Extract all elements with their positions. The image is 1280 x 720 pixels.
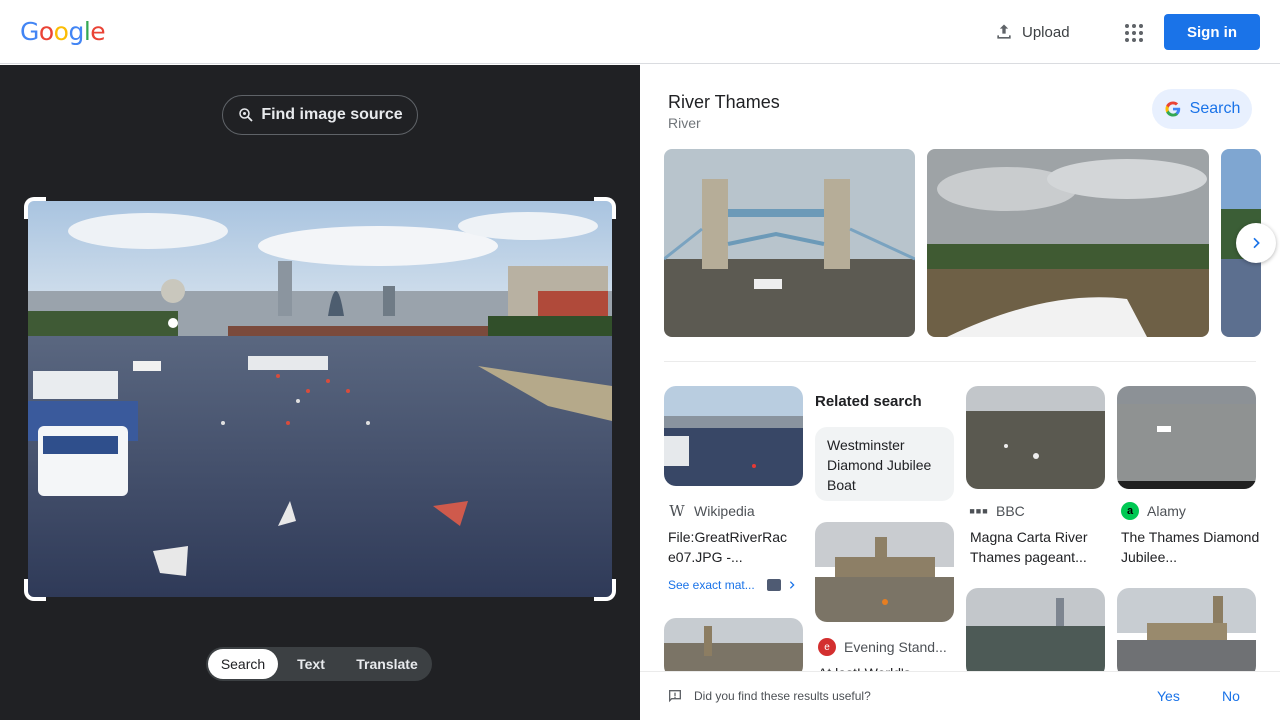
results-panel: River Thames River Search W Wikipedia Fi… [640,65,1280,720]
chevron-right-icon [789,581,795,589]
sign-in-button[interactable]: Sign in [1164,14,1260,50]
logo-letter: o [38,17,54,46]
feedback-yes-button[interactable]: Yes [1157,688,1180,704]
alamy-icon: a [1121,502,1139,520]
result-source: ■■■ BBC [969,502,1025,520]
upload-button[interactable]: Upload [986,14,1076,50]
upload-icon [997,24,1011,39]
top-bar: Google Upload Sign in [0,0,1280,64]
logo-letter: o [53,17,69,46]
see-exact-matches-label: See exact mat... [668,578,755,592]
google-g-icon [1165,101,1180,117]
carousel-image[interactable] [664,149,915,337]
find-image-source-button[interactable]: Find image source [222,95,418,135]
apps-grid-icon[interactable] [1116,16,1148,48]
query-image [28,201,612,597]
entity-title[interactable]: River Thames [668,92,780,113]
crop-handle-top-right[interactable] [594,197,616,219]
see-exact-matches-link[interactable]: See exact mat... [668,578,797,592]
bbc-icon: ■■■ [969,506,989,516]
crop-handle-bottom-right[interactable] [594,579,616,601]
logo-letter: g [68,17,84,46]
tab-translate[interactable]: Translate [344,649,430,679]
section-divider [664,361,1256,362]
upload-label: Upload [1022,23,1070,41]
related-search-chip[interactable]: Westminster Diamond Jubilee Boat [815,427,954,501]
feedback-bar: Did you find these results useful? Yes N… [640,671,1280,720]
carousel-next-button[interactable] [1236,223,1276,263]
result-thumbnail[interactable] [966,386,1105,489]
feedback-question: Did you find these results useful? [694,689,871,703]
result-source: a Alamy [1121,502,1186,520]
evening-standard-icon: e [818,638,836,656]
result-thumbnail[interactable] [1117,588,1256,678]
lens-search-icon [239,108,253,122]
tab-text[interactable]: Text [278,649,344,679]
related-search-heading: Related search [815,393,922,410]
entity-subtitle: River [668,115,701,131]
result-title[interactable]: Magna Carta River Thames pageant... [970,527,1110,567]
crop-handle-bottom-left[interactable] [24,579,46,601]
logo-letter: e [90,17,106,46]
result-thumbnail[interactable] [664,618,803,678]
result-source-name: Alamy [1147,503,1186,519]
result-title[interactable]: At last! World's... [818,663,958,671]
wikipedia-icon: W [669,502,685,520]
result-source-name: Wikipedia [694,503,755,519]
result-source-name: BBC [996,503,1025,519]
carousel-image[interactable] [927,149,1209,337]
exact-match-thumb-icon [766,579,781,591]
result-thumbnail[interactable] [1117,386,1256,489]
result-title[interactable]: The Thames Diamond Jubilee... [1121,527,1261,567]
result-source: W Wikipedia [668,502,755,520]
entity-search-button[interactable]: Search [1152,89,1252,129]
image-crop-area[interactable] [24,197,616,601]
result-source-name: Evening Stand... [844,639,947,655]
find-image-source-label: Find image source [261,106,403,123]
feedback-icon [669,690,681,703]
entity-search-label: Search [1189,100,1241,117]
crop-handle-top-left[interactable] [24,197,46,219]
result-title[interactable]: File:GreatRiverRac e07.JPG -... [668,527,808,567]
result-thumbnail[interactable] [815,522,954,622]
google-logo[interactable]: Google [20,17,106,46]
lens-image-panel: Find image source Search Text Translate [0,65,640,720]
chevron-right-icon [1253,237,1260,249]
tab-search[interactable]: Search [208,649,278,679]
lens-mode-tabs: Search Text Translate [206,647,432,681]
result-thumbnail[interactable] [966,588,1105,678]
feedback-no-button[interactable]: No [1222,688,1240,704]
result-thumbnail[interactable] [664,386,803,486]
result-source: e Evening Stand... [818,638,947,656]
logo-letter: G [20,17,39,46]
